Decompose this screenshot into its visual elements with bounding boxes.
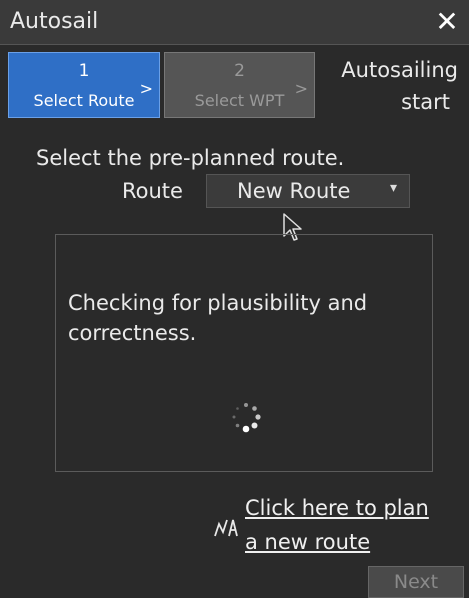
loading-spinner-icon [232,403,261,433]
route-selected-value: New Route [237,179,351,203]
step-select-wpt: 2 Select WPT > [164,52,315,118]
window-title: Autosail [10,9,99,34]
status-panel: Checking for plausibility and correctnes… [55,234,433,472]
step-number: 1 [78,61,90,81]
chevron-right-icon: > [139,79,153,98]
step-indicator: 1 Select Route > 2 Select WPT > Autosail… [0,52,469,118]
step-autosailing-start: Autosailing start [318,52,466,118]
step-label: start [401,90,450,114]
next-button[interactable]: Next [368,566,464,598]
route-label: Route [122,179,183,203]
plan-link-text[interactable]: a new route [245,530,370,554]
plan-new-route-link[interactable]: Click here to plan a new route [212,496,462,560]
close-button[interactable]: ✕ [431,6,463,38]
status-text: Checking for plausibility and [68,291,368,315]
chevron-right-icon: > [294,79,308,98]
instruction-text: Select the pre-planned route. [36,146,345,170]
step-select-route[interactable]: 1 Select Route > [8,52,160,118]
step-number: 2 [234,61,245,81]
chevron-down-icon: ▾ [389,180,397,196]
titlebar: Autosail ✕ [0,0,469,45]
step-label: Select WPT [194,91,285,110]
step-label: Select Route [33,91,135,110]
status-text: correctness. [68,321,197,345]
route-dropdown[interactable]: New Route ▾ [206,174,410,208]
plan-link-text[interactable]: Click here to plan [245,496,429,520]
plan-route-icon [214,519,238,537]
step-label: Autosailing [341,58,458,82]
